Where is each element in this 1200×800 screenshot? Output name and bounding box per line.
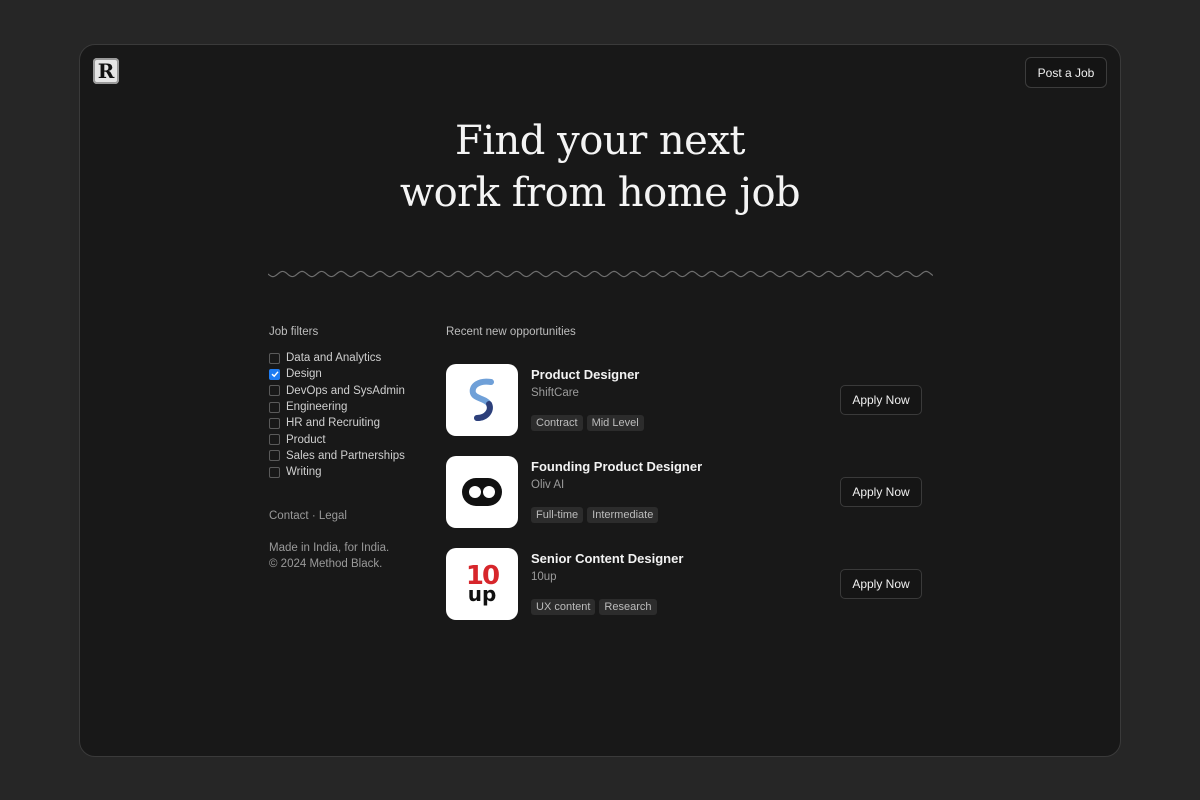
apply-now-button[interactable]: Apply Now: [840, 569, 922, 599]
filter-label: Sales and Partnerships: [286, 449, 405, 462]
job-tags: Full-time Intermediate: [531, 507, 659, 523]
shiftcare-logo-icon: [469, 378, 494, 421]
job-card[interactable]: 10 up Senior Content Designer 10up UX co…: [446, 548, 926, 620]
oliv-logo: [446, 456, 518, 528]
filter-label: Product: [286, 433, 326, 446]
job-title[interactable]: Senior Content Designer: [531, 551, 683, 566]
brand-logo[interactable]: R: [93, 58, 119, 84]
job-tag: Mid Level: [586, 415, 644, 431]
checkbox[interactable]: [269, 385, 280, 397]
checkbox[interactable]: [269, 466, 280, 478]
job-card[interactable]: Founding Product Designer Oliv AI Full-t…: [446, 456, 926, 528]
job-company: Oliv AI: [531, 479, 565, 491]
post-job-button[interactable]: Post a Job: [1025, 57, 1107, 88]
apply-now-button[interactable]: Apply Now: [840, 385, 922, 415]
job-filters-title: Job filters: [269, 326, 319, 338]
checkbox[interactable]: [269, 417, 280, 429]
hero-line-2: work from home job: [399, 170, 801, 216]
job-tag: Research: [599, 599, 657, 615]
filter-option[interactable]: DevOps and SysAdmin: [269, 383, 429, 399]
filter-label: Writing: [286, 466, 322, 479]
checkbox[interactable]: [269, 401, 280, 413]
job-tag: UX content: [531, 599, 596, 615]
job-card[interactable]: Product Designer ShiftCare Contract Mid …: [446, 364, 926, 436]
filter-label: DevOps and SysAdmin: [286, 384, 405, 397]
job-company: ShiftCare: [531, 387, 579, 399]
job-list-title: Recent new opportunities: [446, 326, 576, 338]
job-tag: Contract: [531, 415, 583, 431]
tenup-logo-bottom: up: [467, 581, 497, 606]
job-filters-panel: Job filters Data and Analytics Design DevO…: [269, 326, 429, 572]
footer-copyright: © 2024 Method Black.: [269, 558, 383, 571]
wave-divider: [268, 270, 933, 278]
shiftcare-logo: [446, 364, 518, 436]
checkbox-checked[interactable]: [269, 368, 280, 380]
filter-label: Engineering: [286, 401, 348, 414]
filter-option[interactable]: Product: [269, 431, 429, 447]
filter-option[interactable]: Engineering: [269, 399, 429, 415]
filter-option[interactable]: HR and Recruiting: [269, 415, 429, 431]
job-list-section: Recent new opportunities Product Designe…: [446, 326, 926, 620]
job-title[interactable]: Product Designer: [531, 367, 639, 382]
job-tags: UX content Research: [531, 599, 657, 615]
check-icon: [271, 371, 279, 378]
job-title[interactable]: Founding Product Designer: [531, 459, 702, 474]
footer-links[interactable]: Contact · Legal: [269, 510, 429, 522]
filter-option[interactable]: Design: [269, 366, 429, 382]
checkbox[interactable]: [269, 450, 280, 462]
hero-line-1: Find your next: [455, 118, 745, 164]
filter-option[interactable]: Sales and Partnerships: [269, 448, 429, 464]
filter-option[interactable]: Data and Analytics: [269, 350, 429, 366]
filter-label: Data and Analytics: [286, 352, 382, 365]
job-company: 10up: [531, 571, 557, 583]
hero-heading: Find your next work from home job: [80, 115, 1120, 219]
app-window: R Post a Job Find your next work from ho…: [79, 44, 1121, 757]
job-tag: Full-time: [531, 507, 584, 523]
filter-label: HR and Recruiting: [286, 417, 380, 430]
tenup-logo-mark: 10 up: [466, 563, 500, 606]
filter-list: Data and Analytics Design DevOps and SysAd…: [269, 350, 429, 480]
job-tags: Contract Mid Level: [531, 415, 644, 431]
checkbox[interactable]: [269, 434, 280, 446]
footer-tagline: Made in India, for India.: [269, 542, 390, 555]
filter-option[interactable]: Writing: [269, 464, 429, 480]
tenup-logo: 10 up: [446, 548, 518, 620]
checkbox[interactable]: [269, 352, 280, 364]
apply-now-button[interactable]: Apply Now: [840, 477, 922, 507]
job-tag: Intermediate: [587, 507, 659, 523]
filter-label: Design: [286, 368, 322, 381]
footer-text: Made in India, for India. © 2024 Method …: [269, 540, 429, 572]
oliv-logo-icon: [462, 478, 502, 506]
brand-logo-letter: R: [97, 59, 115, 83]
